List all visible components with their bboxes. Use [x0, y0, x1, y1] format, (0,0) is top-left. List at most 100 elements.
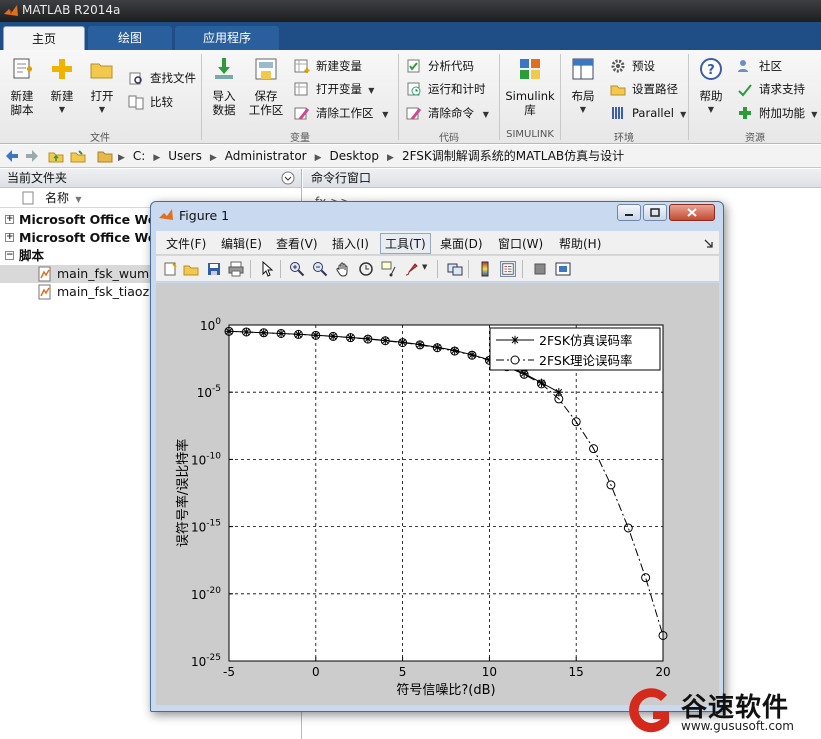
pointer-icon[interactable] — [259, 261, 275, 277]
x-tick-label: 10 — [482, 665, 497, 679]
tab-apps[interactable]: 应用程序 — [175, 26, 279, 50]
menu-tools[interactable]: 工具(T) — [380, 233, 431, 254]
open-variable-label: 打开变量 — [316, 82, 362, 96]
chevron-down-icon: ▼ — [98, 105, 106, 114]
back-arrow-icon[interactable] — [4, 148, 20, 164]
find-files-button[interactable]: 查找文件 — [128, 68, 196, 88]
help-button[interactable]: ? 帮助 ▼ — [694, 56, 728, 117]
plot-legend[interactable]: 2FSK仿真误码率 2FSK理论误码率 — [489, 327, 661, 371]
rotate-3d-icon[interactable] — [358, 261, 374, 277]
zoom-in-icon[interactable] — [289, 261, 305, 277]
chevron-down-icon[interactable]: ▼ — [422, 263, 427, 271]
breadcrumb-administrator[interactable]: Administrator — [225, 149, 307, 163]
breadcrumb-project-folder[interactable]: 2FSK调制解调系统的MATLAB仿真与设计 — [402, 149, 624, 163]
chevron-down-icon: ▼ — [58, 105, 66, 114]
legend-icon[interactable] — [500, 261, 516, 277]
figure-window[interactable]: Figure 1 文件(F) 编辑(E) 查看(V) 插入(I) 工具(T) 桌… — [150, 201, 724, 712]
clear-commands-button[interactable]: 清除命令 ▼ — [406, 103, 489, 123]
y-tick-label: 10-5 — [197, 384, 221, 400]
layout-button[interactable]: 布局 ▼ — [565, 56, 601, 117]
maximize-button[interactable] — [643, 204, 667, 221]
data-cursor-icon[interactable] — [381, 261, 397, 277]
menu-file[interactable]: 文件(F) — [166, 235, 206, 252]
new-figure-icon[interactable] — [162, 261, 178, 277]
save-workspace-button[interactable]: 保存 工作区 — [246, 56, 286, 117]
breadcrumb-desktop[interactable]: Desktop — [330, 149, 380, 163]
tab-home[interactable]: 主页 — [3, 26, 85, 50]
compare-button[interactable]: 比较 — [128, 92, 173, 112]
simulink-library-button[interactable]: Simulink 库 — [504, 56, 556, 117]
ribbon-divider — [499, 54, 500, 140]
browse-folder-icon[interactable] — [70, 148, 86, 164]
open-button[interactable]: 打开 ▼ — [84, 56, 120, 117]
brush-icon[interactable] — [404, 261, 420, 277]
menu-view[interactable]: 查看(V) — [276, 235, 318, 252]
show-plot-tools-icon[interactable] — [555, 261, 571, 277]
minimize-button[interactable] — [617, 204, 641, 221]
add-ons-button[interactable]: 附加功能 ▼ — [737, 103, 817, 123]
gear-icon — [611, 59, 625, 73]
analyze-code-button[interactable]: 分析代码 — [406, 56, 474, 76]
new-variable-button[interactable]: 新建变量 — [294, 56, 362, 76]
menu-edit[interactable]: 编辑(E) — [221, 235, 262, 252]
menu-desktop[interactable]: 桌面(D) — [440, 235, 483, 252]
toolbar-divider — [468, 260, 469, 278]
figure-canvas[interactable]: -5 0 5 10 15 20 100 10-5 10-10 10-15 10-20 10-25 符号… — [156, 283, 719, 705]
title-bar: MATLAB R2014a — [0, 0, 821, 22]
menu-window[interactable]: 窗口(W) — [498, 235, 543, 252]
open-file-icon[interactable] — [183, 261, 199, 277]
preferences-label: 预设 — [632, 59, 655, 73]
tab-plots[interactable]: 绘图 — [88, 26, 172, 50]
print-icon[interactable] — [228, 261, 244, 277]
forward-arrow-icon[interactable] — [24, 148, 40, 164]
community-button[interactable]: 社区 — [737, 56, 782, 76]
expand-plus-icon[interactable]: + — [5, 233, 14, 242]
ribbon-divider — [688, 54, 689, 140]
hide-plot-tools-icon[interactable] — [532, 261, 548, 277]
collapse-minus-icon[interactable]: − — [5, 251, 14, 260]
set-path-button[interactable]: 设置路径 — [610, 79, 678, 99]
link-plot-icon[interactable] — [447, 261, 463, 277]
watermark-url: www.gususoft.com — [681, 719, 794, 733]
menu-insert[interactable]: 插入(I) — [332, 235, 369, 252]
zoom-out-icon[interactable] — [312, 261, 328, 277]
help-label: 帮助 — [699, 89, 723, 103]
breadcrumb-drive[interactable]: C: — [133, 149, 145, 163]
save-label-2: 工作区 — [248, 103, 284, 117]
clear-workspace-button[interactable]: 清除工作区 ▼ — [294, 103, 388, 123]
current-folder-title: 当前文件夹 — [7, 171, 68, 185]
chevron-down-icon: ▼ — [579, 105, 587, 114]
new-button[interactable]: 新建 ▼ — [44, 56, 80, 117]
import-data-button[interactable]: 导入 数据 — [206, 56, 242, 117]
close-button[interactable] — [669, 204, 715, 221]
figure-title-bar[interactable]: Figure 1 — [151, 202, 723, 229]
expand-plus-icon[interactable]: + — [5, 215, 14, 224]
run-and-time-label: 运行和计时 — [428, 82, 486, 96]
preferences-button[interactable]: 预设 — [610, 56, 655, 76]
run-and-time-button[interactable]: 运行和计时 — [406, 79, 486, 99]
new-script-icon — [13, 58, 32, 79]
address-bar: ▶ C: ▶ Users ▶ Administrator ▶ Desktop ▶ 2FSK调制解调… — [0, 145, 821, 168]
m-file-icon — [38, 266, 51, 282]
pan-hand-icon[interactable] — [335, 261, 351, 277]
open-variable-button[interactable]: 打开变量 ▼ — [294, 79, 374, 99]
list-item-label: main_fsk_tiaozhi — [57, 284, 161, 299]
dock-arrow-icon[interactable] — [704, 239, 713, 248]
menu-help[interactable]: 帮助(H) — [559, 235, 601, 252]
save-icon[interactable] — [206, 261, 222, 277]
colorbar-icon[interactable] — [477, 261, 493, 277]
up-folder-icon[interactable] — [48, 148, 64, 164]
analyze-code-label: 分析代码 — [428, 59, 474, 73]
panel-menu-icon[interactable] — [281, 171, 295, 185]
x-tick-label: 20 — [655, 665, 670, 679]
compare-label: 比较 — [150, 95, 173, 109]
parallel-icon — [612, 107, 623, 119]
new-variable-label: 新建变量 — [316, 59, 362, 73]
breadcrumb-users[interactable]: Users — [168, 149, 202, 163]
figure-toolbar: ▼ — [156, 256, 719, 282]
new-script-button[interactable]: 新建 脚本 — [4, 56, 40, 117]
request-support-button[interactable]: 请求支持 — [737, 79, 805, 99]
ber-plot[interactable]: -5 0 5 10 15 20 100 10-5 10-10 10-15 10-20 10-25 符号… — [156, 283, 719, 705]
parallel-button[interactable]: Parallel ▼ — [610, 103, 686, 123]
ribbon-tabs: 主页 绘图 应用程序 — [0, 22, 821, 50]
